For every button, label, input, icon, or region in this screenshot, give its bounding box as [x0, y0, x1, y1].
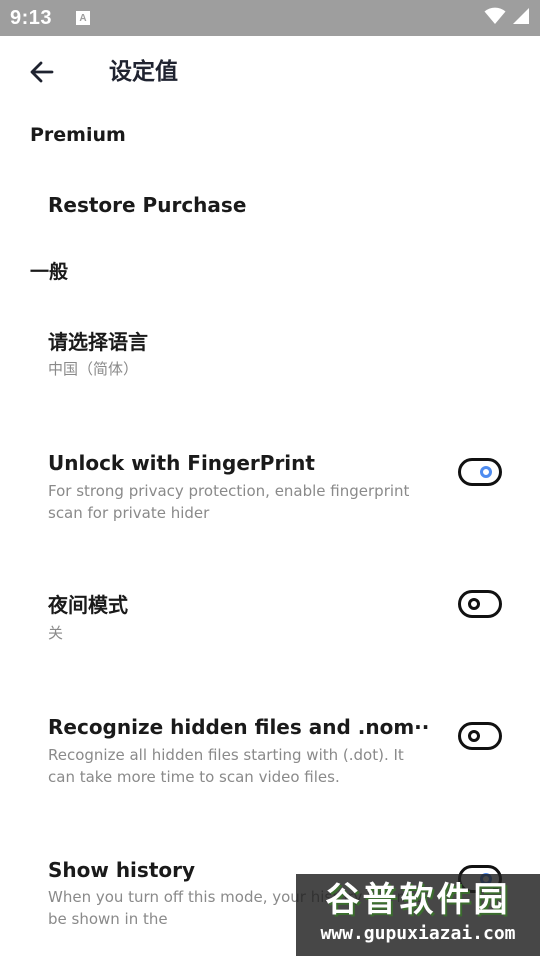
toggle-knob: [468, 598, 480, 610]
back-button[interactable]: [24, 54, 60, 90]
hidden-files-toggle[interactable]: [458, 722, 502, 750]
section-header-general: 一般: [30, 261, 69, 283]
watermark-url: www.gupuxiazai.com: [320, 923, 516, 944]
language-preference[interactable]: 请选择语言 中国（简体）: [0, 310, 540, 410]
status-icons: [484, 7, 530, 29]
watermark-name: 谷普软件园: [325, 880, 511, 920]
hidden-files-title: Recognize hidden files and .nom··: [48, 715, 430, 739]
section-header-premium: Premium: [30, 124, 126, 146]
status-time: 9:13: [10, 6, 53, 29]
restore-purchase-item[interactable]: Restore Purchase: [0, 178, 540, 234]
watermark-logo: 谷普软件园 www.gupuxiazai.com: [296, 874, 540, 956]
language-summary: 中国（简体）: [48, 360, 139, 378]
wifi-icon: [484, 7, 506, 29]
fingerprint-title: Unlock with FingerPrint: [48, 451, 315, 475]
fingerprint-summary: For strong privacy protection, enable fi…: [48, 482, 410, 522]
toggle-knob: [480, 466, 492, 478]
night-mode-toggle[interactable]: [458, 590, 502, 618]
notification-icon: A: [76, 11, 91, 25]
page-title: 设定值: [109, 59, 178, 85]
show-history-title: Show history: [48, 858, 196, 882]
night-mode-preference[interactable]: 夜间模式 关: [0, 570, 540, 660]
toolbar: 设定值: [0, 36, 540, 108]
hidden-files-preference[interactable]: Recognize hidden files and .nom·· Recogn…: [0, 690, 540, 800]
restore-purchase-label: Restore Purchase: [48, 193, 247, 217]
hidden-files-summary: Recognize all hidden files starting with…: [48, 746, 404, 786]
night-mode-summary: 关: [48, 624, 64, 642]
arrow-back-icon: [30, 61, 54, 83]
toggle-knob: [468, 730, 480, 742]
language-title: 请选择语言: [48, 330, 148, 354]
status-bar: 9:13 A: [0, 0, 540, 36]
cell-signal-icon: [512, 7, 530, 29]
fingerprint-preference[interactable]: Unlock with FingerPrint For strong priva…: [0, 430, 540, 540]
night-mode-title: 夜间模式: [48, 593, 128, 617]
fingerprint-toggle[interactable]: [458, 458, 502, 486]
